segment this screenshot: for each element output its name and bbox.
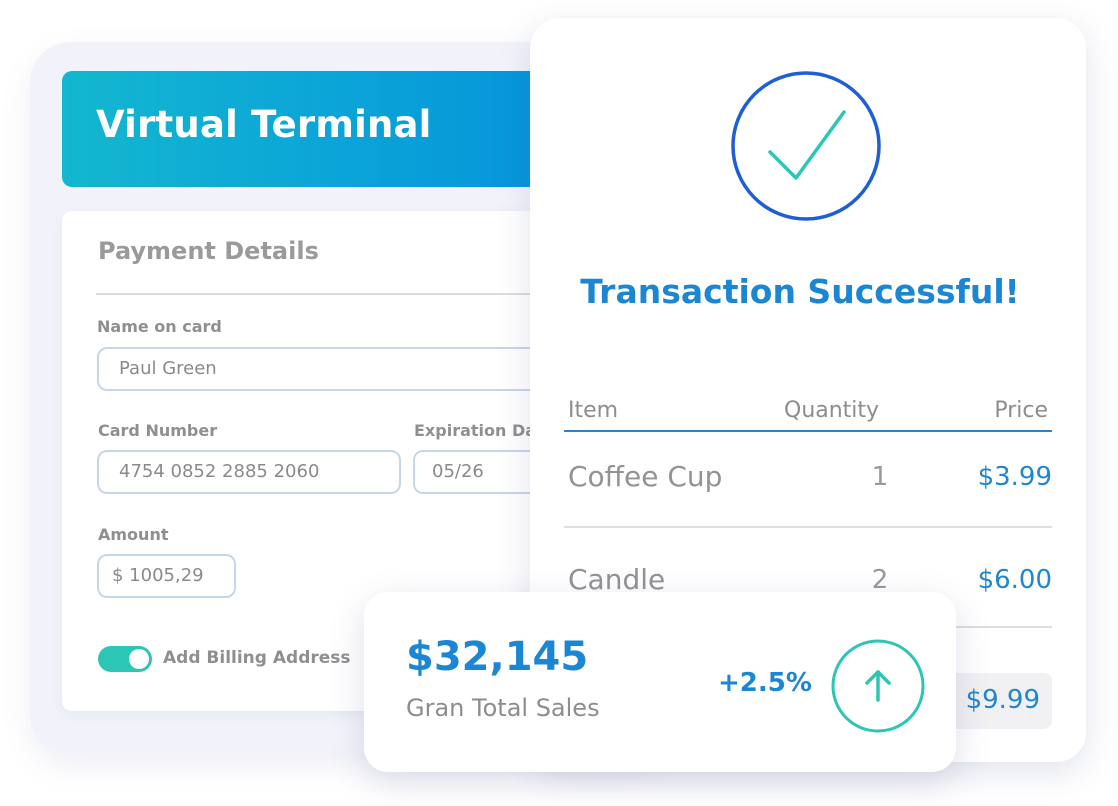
transaction-status-title: Transaction Successful!: [580, 272, 1020, 311]
card-number-field[interactable]: 4754 0852 2885 2060: [97, 450, 401, 494]
amount-label: Amount: [98, 525, 169, 544]
arrow-up-circle-icon: [831, 639, 925, 733]
terminal-title: Virtual Terminal: [96, 103, 432, 146]
card-number-label: Card Number: [98, 421, 218, 440]
column-header-quantity: Quantity: [784, 398, 880, 423]
name-on-card-label: Name on card: [97, 317, 222, 336]
billing-address-toggle-label: Add Billing Address: [163, 648, 351, 668]
row-quantity: 1: [871, 462, 889, 492]
amount-field[interactable]: $ 1005,29: [97, 554, 236, 598]
row-price: $6.00: [977, 565, 1052, 595]
total-sales-card: $32,145 Gran Total Sales +2.5%: [364, 592, 956, 772]
sales-change-percent: +2.5%: [718, 668, 812, 698]
toggle-knob: [129, 649, 149, 669]
billing-address-toggle[interactable]: [98, 646, 152, 672]
expiration-date-label: Expiration Dat: [414, 421, 544, 440]
stage: Virtual Terminal Payment Details Name on…: [0, 0, 1118, 806]
row-quantity: 2: [871, 565, 889, 595]
table-header-divider: [564, 430, 1052, 432]
name-on-card-field[interactable]: Paul Green: [97, 347, 602, 391]
total-price: $9.99: [965, 685, 1040, 715]
column-header-item: Item: [568, 398, 619, 423]
row-divider: [564, 526, 1052, 528]
terminal-header: Virtual Terminal: [62, 71, 602, 187]
row-price: $3.99: [977, 462, 1052, 492]
section-divider: [96, 293, 602, 295]
total-price-badge: $9.99: [948, 673, 1052, 729]
row-item: Coffee Cup: [568, 460, 723, 493]
column-header-price: Price: [994, 398, 1048, 423]
section-title: Payment Details: [98, 237, 319, 265]
total-sales-value: $32,145: [406, 634, 589, 680]
check-circle-icon: [731, 71, 881, 221]
total-sales-label: Gran Total Sales: [406, 694, 600, 722]
